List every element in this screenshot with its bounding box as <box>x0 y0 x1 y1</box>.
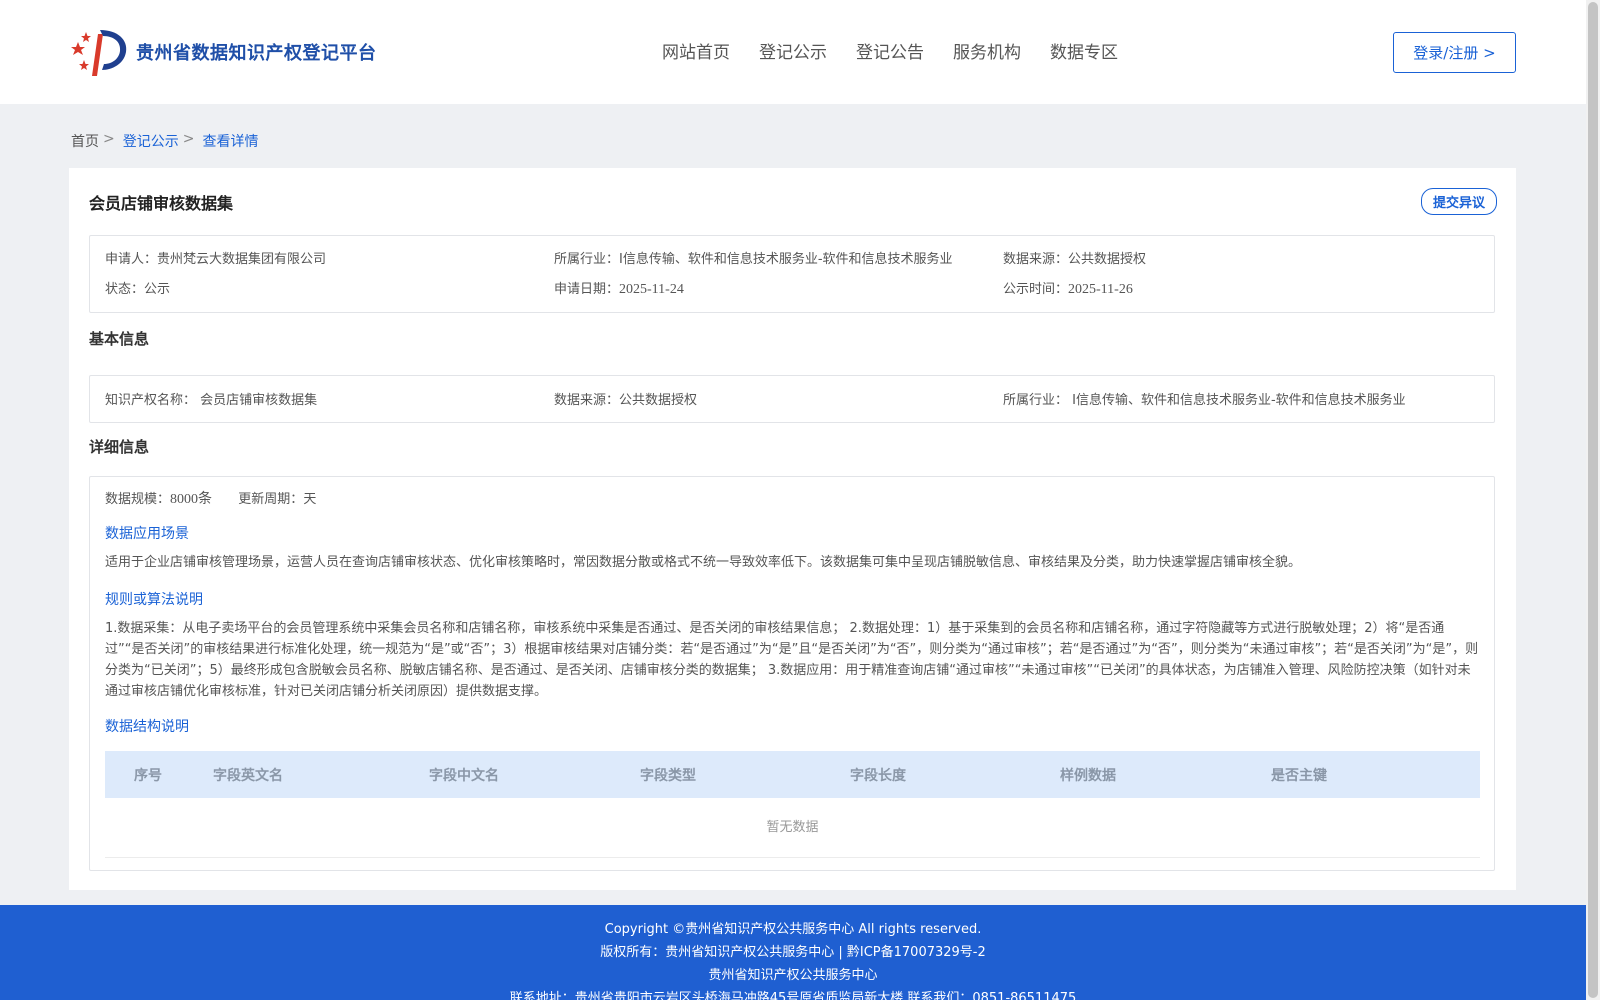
publicity-time-value: 2025-11-26 <box>1068 282 1133 297</box>
status-field: 状态：公示 <box>105 278 170 297</box>
cycle-label: 更新周期： <box>238 492 304 507</box>
applicant-label: 申请人： <box>105 252 158 267</box>
rule-title: 规则或算法说明 <box>105 592 203 608</box>
status-value: 公示 <box>144 282 171 297</box>
nav-item-home[interactable]: 网站首页 <box>662 38 730 63</box>
basic-industry-label: 所属行业： <box>1003 393 1069 408</box>
basic-industry-value: I信息传输、软件和信息技术服务业-软件和信息技术服务业 <box>1072 393 1406 408</box>
rule-text: 1.数据采集：从电子卖场平台的会员管理系统中采集会员名称和店铺名称，审核系统中采… <box>105 621 1479 699</box>
column-header-sample: 样例数据 <box>1060 768 1116 784</box>
footer-org: 贵州省知识产权公共服务中心 <box>708 968 878 983</box>
breadcrumb: 首页 > 登记公示 > 查看详情 <box>71 131 258 151</box>
detail-info-box: 数据规模：8000条 更新周期：天 数据应用场景 适用于企业店铺审核管理场景，运… <box>89 476 1495 871</box>
logo-emblem-icon <box>71 30 127 76</box>
apply-date-field: 申请日期：2025-11-24 <box>554 278 684 298</box>
table-empty-state: 暂无数据 <box>105 798 1480 858</box>
breadcrumb-publicity[interactable]: 登记公示 <box>123 131 179 151</box>
record-detail-card: 会员店铺审核数据集 提交异议 申请人：贵州梵云大数据集团有限公司 所属行业：I信… <box>69 168 1516 890</box>
ip-name-label: 知识产权名称： <box>105 393 197 408</box>
nav-item-publicity[interactable]: 登记公示 <box>759 38 827 63</box>
scenario-text: 适用于企业店铺审核管理场景，运营人员在查询店铺审核状态、优化审核策略时，常因数据… <box>105 555 1302 570</box>
site-name: 贵州省数据知识产权登记平台 <box>136 43 377 64</box>
nav-item-data-zone[interactable]: 数据专区 <box>1050 38 1118 63</box>
scrollbar-thumb[interactable] <box>1588 2 1598 998</box>
nav-item-announcement[interactable]: 登记公告 <box>856 38 924 63</box>
detail-info-title: 详细信息 <box>89 438 150 456</box>
publicity-time-field: 公示时间：2025-11-26 <box>1003 278 1133 298</box>
structure-title: 数据结构说明 <box>105 719 189 735</box>
basic-source-value: 公共数据授权 <box>619 393 698 408</box>
applicant-field: 申请人：贵州梵云大数据集团有限公司 <box>105 248 326 267</box>
footer-contact: 联系地址：贵州省贵阳市云岩区头桥海马冲路45号原省质监局新大楼 联系我们：085… <box>509 991 1077 1000</box>
column-header-field-length: 字段长度 <box>850 768 906 784</box>
structure-table-header: 序号 字段英文名 字段中文名 字段类型 字段长度 样例数据 是否主键 <box>105 751 1480 798</box>
column-header-primary-key: 是否主键 <box>1271 768 1327 784</box>
basic-info-box: 知识产权名称： 会员店铺审核数据集 数据来源：公共数据授权 所属行业： I信息传… <box>89 375 1495 423</box>
scale-value: 8000条 <box>170 492 213 507</box>
site-footer: Copyright ©贵州省知识产权公共服务中心 All rights rese… <box>0 905 1586 1000</box>
applicant-value: 贵州梵云大数据集团有限公司 <box>157 252 327 267</box>
nav-item-service-orgs[interactable]: 服务机构 <box>953 38 1021 63</box>
site-header: 贵州省数据知识产权登记平台 网站首页 登记公示 登记公告 服务机构 数据专区 登… <box>0 0 1586 104</box>
page-scrollbar[interactable] <box>1586 0 1600 1000</box>
main-nav: 网站首页 登记公示 登记公告 服务机构 数据专区 <box>662 38 1147 63</box>
column-header-index: 序号 <box>134 768 162 784</box>
basic-source-field: 数据来源：公共数据授权 <box>554 389 697 408</box>
breadcrumb-home[interactable]: 首页 <box>71 131 99 151</box>
breadcrumb-separator: > <box>103 131 115 147</box>
scenario-title: 数据应用场景 <box>105 526 189 542</box>
industry-field: 所属行业：I信息传输、软件和信息技术服务业-软件和信息技术服务业 <box>554 248 953 267</box>
ip-name-field: 知识产权名称： 会员店铺审核数据集 <box>105 389 317 408</box>
industry-label: 所属行业： <box>554 252 620 267</box>
breadcrumb-separator: > <box>182 131 195 147</box>
ip-name-value: 会员店铺审核数据集 <box>200 393 318 408</box>
basic-source-label: 数据来源： <box>554 393 620 408</box>
site-logo[interactable]: 贵州省数据知识产权登记平台 <box>70 26 377 78</box>
submit-objection-button[interactable]: 提交异议 <box>1421 188 1497 215</box>
footer-copyright: Copyright ©贵州省知识产权公共服务中心 All rights rese… <box>604 922 982 937</box>
breadcrumb-detail[interactable]: 查看详情 <box>202 131 258 151</box>
page-title: 会员店铺审核数据集 <box>89 194 234 213</box>
publicity-time-label: 公示时间： <box>1003 282 1069 297</box>
apply-date-value: 2025-11-24 <box>619 282 684 297</box>
industry-value: I信息传输、软件和信息技术服务业-软件和信息技术服务业 <box>619 252 953 267</box>
summary-box: 申请人：贵州梵云大数据集团有限公司 所属行业：I信息传输、软件和信息技术服务业-… <box>89 235 1495 313</box>
column-header-field-cn: 字段中文名 <box>429 768 499 784</box>
apply-date-label: 申请日期： <box>554 282 620 297</box>
source-label: 数据来源： <box>1003 252 1069 267</box>
scale-label: 数据规模： <box>105 492 171 507</box>
source-field: 数据来源：公共数据授权 <box>1003 248 1146 267</box>
footer-rights[interactable]: 版权所有：贵州省知识产权公共服务中心 | 黔ICP备17007329号-2 <box>0 941 1586 960</box>
column-header-field-type: 字段类型 <box>640 768 696 784</box>
column-header-field-en: 字段英文名 <box>213 768 283 784</box>
basic-industry-field: 所属行业： I信息传输、软件和信息技术服务业-软件和信息技术服务业 <box>1003 389 1406 408</box>
login-register-button[interactable]: 登录/注册 > <box>1393 32 1516 73</box>
scale-cycle-field: 数据规模：8000条 更新周期：天 <box>105 488 316 508</box>
source-value: 公共数据授权 <box>1068 252 1147 267</box>
status-label: 状态： <box>105 282 145 297</box>
basic-info-title: 基本信息 <box>89 330 150 348</box>
cycle-value: 天 <box>303 492 317 507</box>
